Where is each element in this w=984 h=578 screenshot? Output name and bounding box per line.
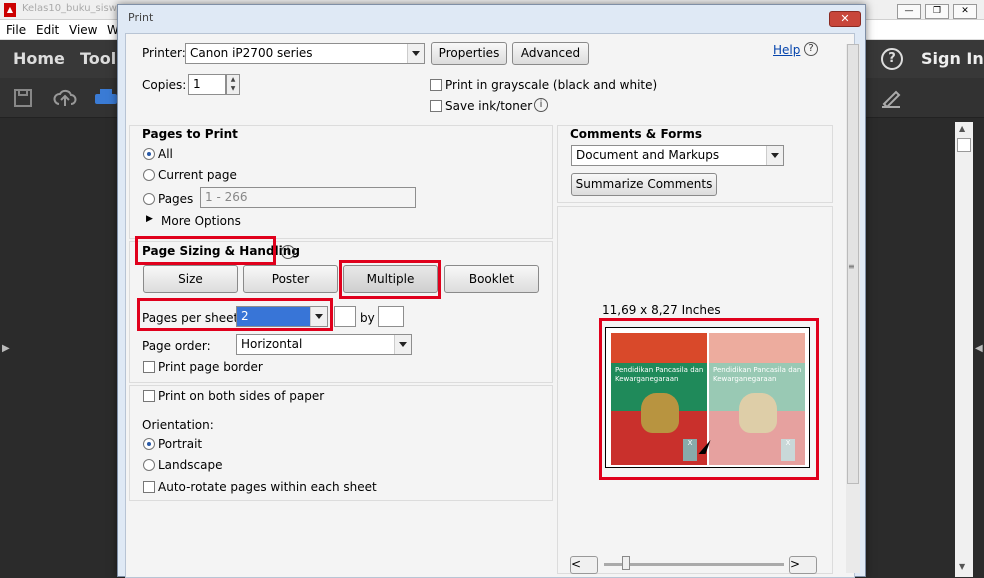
dialog-title: Print xyxy=(128,11,154,24)
app-window: ▲ Kelas10_buku_sisw — ❐ ✕ File Edit View W… xyxy=(0,0,984,578)
radio-all[interactable] xyxy=(143,148,155,160)
pages-range-input[interactable]: 1 - 266 xyxy=(200,187,416,208)
pages-per-sheet-columns[interactable] xyxy=(334,306,356,327)
save-icon[interactable] xyxy=(13,88,33,113)
more-options-toggle[interactable]: More Options xyxy=(161,214,241,228)
triangle-right-icon[interactable]: ▶ xyxy=(146,214,153,224)
radio-portrait[interactable] xyxy=(143,438,155,450)
slider-next-button[interactable]: > xyxy=(789,556,817,574)
comments-forms-select[interactable]: Document and Markups xyxy=(571,145,784,166)
pdf-app-icon: ▲ xyxy=(4,3,16,17)
print-both-sides-label: Print on both sides of paper xyxy=(158,389,325,403)
sign-pen-icon[interactable] xyxy=(880,88,902,113)
menu-view[interactable]: View xyxy=(69,23,97,37)
preview-page-slider[interactable]: < > xyxy=(570,553,818,575)
restore-icon[interactable]: ❐ xyxy=(925,4,949,19)
scroll-up-icon[interactable]: ▲ xyxy=(959,124,965,133)
home-tab[interactable]: Home xyxy=(13,49,65,68)
right-panel-arrow-icon[interactable]: ◀ xyxy=(975,343,983,354)
highlight-pages-per-sheet xyxy=(137,298,333,331)
properties-button[interactable]: Properties xyxy=(431,42,507,65)
highlight-multiple xyxy=(339,260,441,299)
slider-track[interactable] xyxy=(604,563,784,566)
spin-down-icon[interactable]: ▼ xyxy=(227,84,239,93)
save-ink-checkbox[interactable] xyxy=(430,100,442,112)
poster-button[interactable]: Poster xyxy=(243,265,338,293)
radio-pages[interactable] xyxy=(143,193,155,205)
chevron-down-icon xyxy=(394,335,411,354)
grayscale-checkbox[interactable] xyxy=(430,79,442,91)
minimize-icon[interactable]: — xyxy=(897,4,921,19)
page-sizing-info-icon[interactable]: i xyxy=(281,245,295,259)
page-order-value: Horizontal xyxy=(241,337,303,351)
scrollbar-thumb[interactable] xyxy=(957,138,971,152)
radio-landscape-label: Landscape xyxy=(158,458,223,472)
preview-size-text: 11,69 x 8,27 Inches xyxy=(602,303,721,317)
menu-edit[interactable]: Edit xyxy=(36,23,59,37)
comments-forms-value: Document and Markups xyxy=(576,148,720,162)
chevron-down-icon xyxy=(407,44,424,63)
info-icon[interactable]: i xyxy=(534,98,548,112)
page-order-label: Page order: xyxy=(142,339,211,353)
pages-to-print-heading: Pages to Print xyxy=(142,127,238,141)
page-order-select[interactable]: Horizontal xyxy=(236,334,412,355)
highlight-page-sizing xyxy=(135,236,276,265)
printer-select[interactable]: Canon iP2700 series xyxy=(185,43,425,64)
auto-rotate-label: Auto-rotate pages within each sheet xyxy=(158,480,377,494)
orientation-heading: Orientation: xyxy=(142,418,214,432)
radio-pages-label: Pages xyxy=(158,192,194,206)
upload-cloud-icon[interactable] xyxy=(53,88,77,113)
comments-forms-heading: Comments & Forms xyxy=(570,127,702,141)
printer-label: Printer: xyxy=(142,46,186,60)
scroll-down-icon[interactable]: ▼ xyxy=(959,562,965,571)
print-page-border-checkbox[interactable] xyxy=(143,361,155,373)
menu-file[interactable]: File xyxy=(6,23,26,37)
slider-prev-button[interactable]: < xyxy=(570,556,598,574)
radio-landscape[interactable] xyxy=(143,459,155,471)
document-scrollbar[interactable]: ▲ ▼ xyxy=(955,122,973,577)
chevron-down-icon xyxy=(766,146,783,165)
help-question-icon[interactable]: ? xyxy=(804,42,818,56)
window-controls: — ❐ ✕ xyxy=(897,2,981,19)
radio-current-page-label: Current page xyxy=(158,168,237,182)
summarize-comments-button[interactable]: Summarize Comments xyxy=(571,173,717,196)
save-ink-label: Save ink/toner xyxy=(445,99,533,113)
highlight-preview xyxy=(599,318,819,480)
slider-thumb[interactable] xyxy=(622,556,630,570)
size-button[interactable]: Size xyxy=(143,265,238,293)
radio-portrait-label: Portrait xyxy=(158,437,203,451)
radio-all-label: All xyxy=(158,147,173,161)
booklet-button[interactable]: Booklet xyxy=(444,265,539,293)
left-panel-arrow-icon[interactable]: ▶ xyxy=(2,343,10,354)
sign-in-button[interactable]: Sign In xyxy=(921,49,984,68)
spin-up-icon[interactable]: ▲ xyxy=(227,75,239,84)
print-icon[interactable] xyxy=(94,88,118,113)
pages-per-sheet-rows[interactable] xyxy=(378,306,404,327)
copies-label: Copies: xyxy=(142,78,187,92)
print-both-sides-checkbox[interactable] xyxy=(143,390,155,402)
advanced-button[interactable]: Advanced xyxy=(512,42,589,65)
copies-spinner[interactable]: ▲ ▼ xyxy=(226,74,240,95)
app-title: Kelas10_buku_sisw xyxy=(22,3,117,14)
radio-current-page[interactable] xyxy=(143,169,155,181)
copies-input[interactable]: 1 xyxy=(188,74,226,95)
printer-value: Canon iP2700 series xyxy=(190,46,313,60)
scroll-grip-icon: ≡ xyxy=(848,262,855,271)
dialog-scrollbar[interactable]: ≡ xyxy=(846,44,860,573)
help-icon[interactable]: ? xyxy=(881,48,903,70)
close-window-icon[interactable]: ✕ xyxy=(953,4,977,19)
help-link[interactable]: Help xyxy=(773,43,800,57)
print-page-border-label: Print page border xyxy=(158,360,263,374)
dialog-close-button[interactable]: ✕ xyxy=(829,11,861,27)
grayscale-label: Print in grayscale (black and white) xyxy=(445,78,658,92)
auto-rotate-checkbox[interactable] xyxy=(143,481,155,493)
by-label: by xyxy=(360,311,375,325)
